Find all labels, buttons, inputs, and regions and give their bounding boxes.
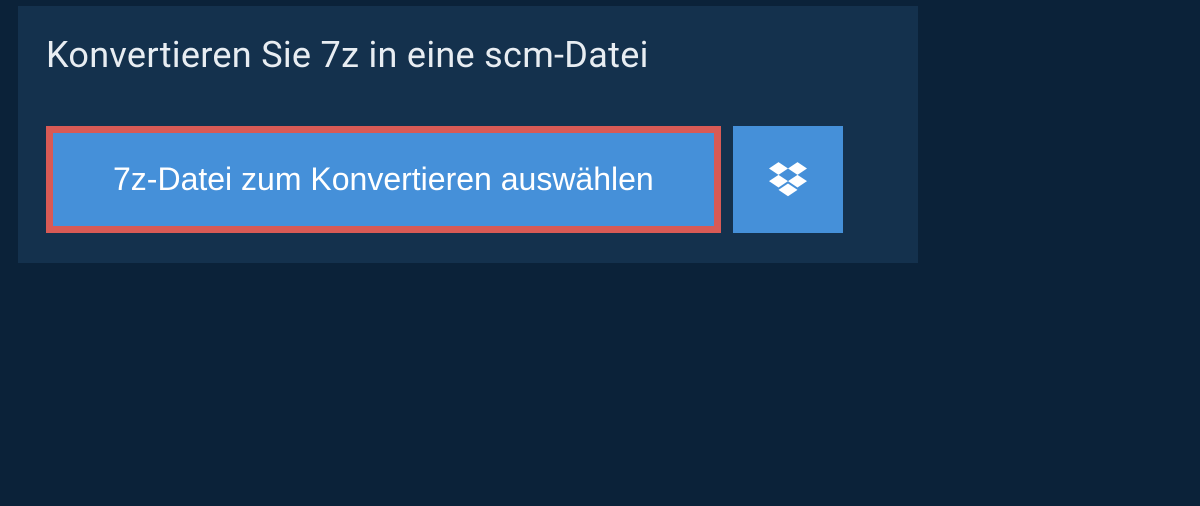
button-row: 7z-Datei zum Konvertieren auswählen	[18, 104, 918, 233]
dropbox-icon	[769, 159, 807, 200]
select-file-button[interactable]: 7z-Datei zum Konvertieren auswählen	[53, 133, 714, 226]
dropbox-button[interactable]	[733, 126, 843, 233]
page-title: Konvertieren Sie 7z in eine scm-Datei	[46, 34, 730, 76]
select-file-label: 7z-Datei zum Konvertieren auswählen	[113, 161, 654, 198]
panel-header: Konvertieren Sie 7z in eine scm-Datei	[18, 6, 758, 104]
select-file-highlight: 7z-Datei zum Konvertieren auswählen	[46, 126, 721, 233]
converter-panel: Konvertieren Sie 7z in eine scm-Datei 7z…	[18, 6, 918, 263]
